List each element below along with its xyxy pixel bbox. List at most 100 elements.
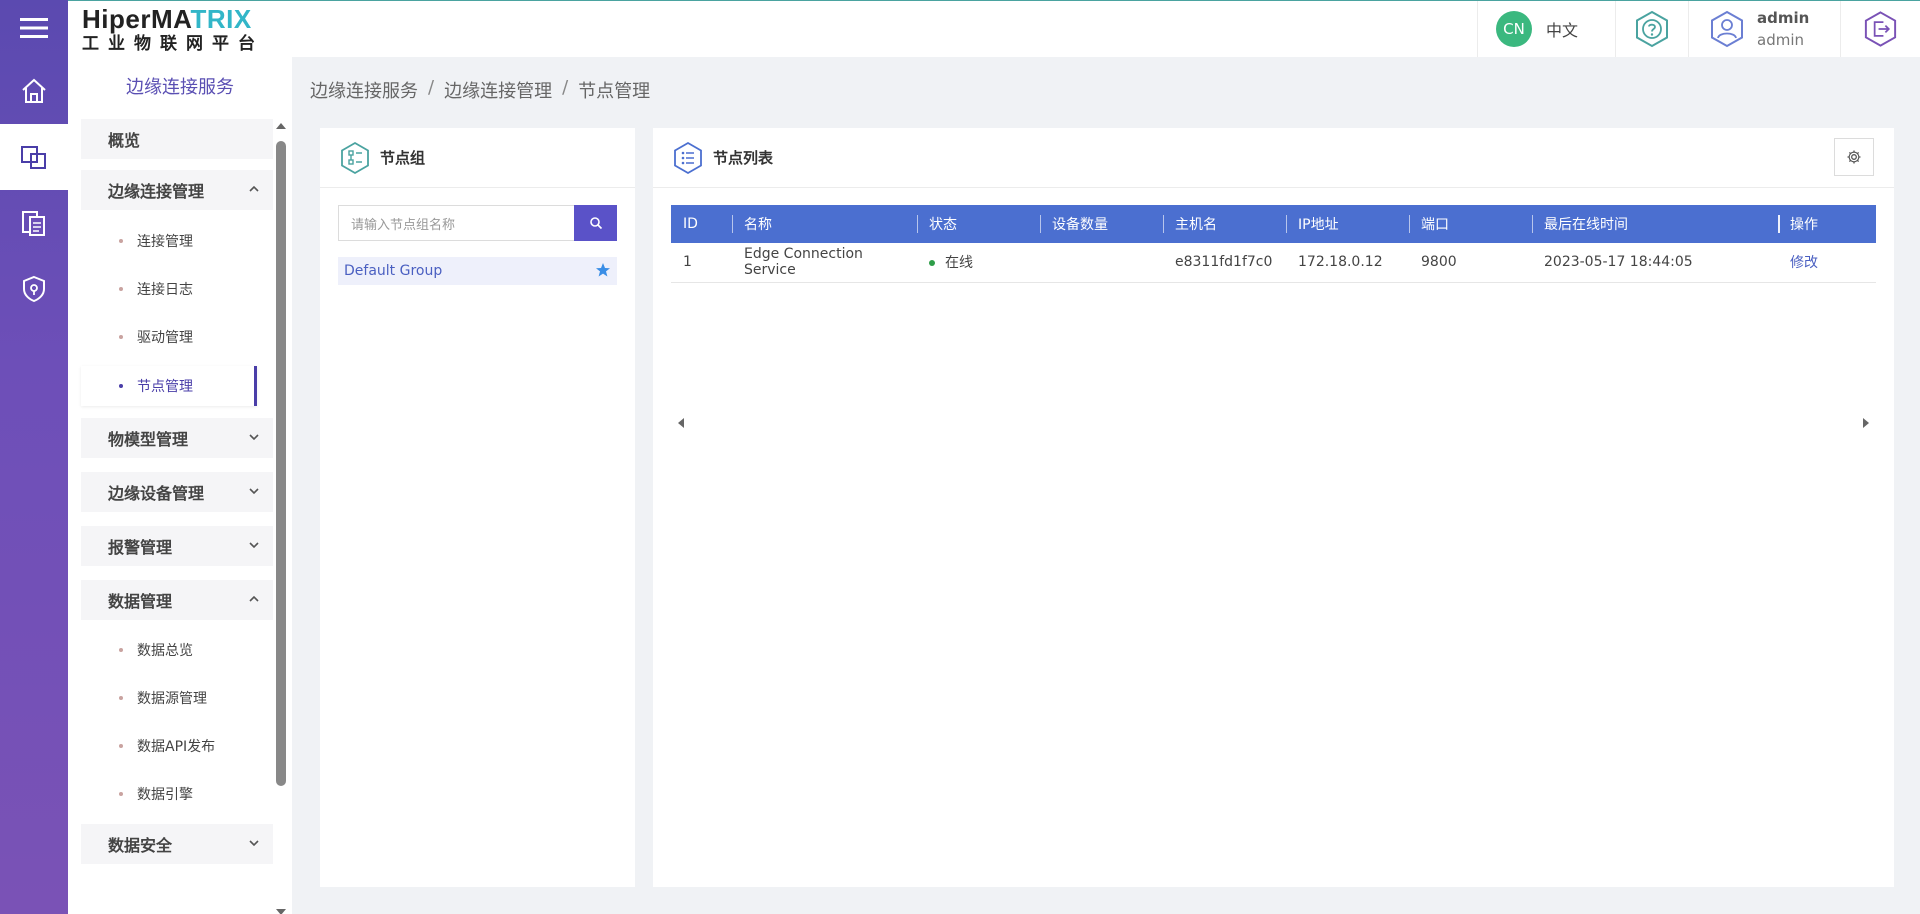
sidebar-item-overview[interactable]: 概览	[81, 119, 273, 159]
sidebar-item-label: 数据管理	[108, 592, 173, 611]
bullet-dot	[119, 648, 123, 652]
cell-name: Edge Connection Service	[732, 243, 917, 283]
column-header-label: IP地址	[1298, 217, 1339, 233]
header-actions: CN 中文 admin admin	[1477, 1, 1920, 57]
node-group-icon	[341, 141, 369, 174]
column-header-label: 主机名	[1175, 217, 1217, 233]
edit-link[interactable]: 修改	[1790, 255, 1818, 271]
hamburger-menu-button[interactable]	[0, 0, 68, 56]
column-header-status[interactable]: 状态	[917, 205, 1040, 243]
status-text: 在线	[945, 255, 973, 272]
node-group-item-default[interactable]: Default Group	[338, 257, 617, 285]
column-divider	[1409, 215, 1410, 233]
sidebar-group-edge-device[interactable]: 边缘设备管理	[81, 472, 273, 512]
sidebar-item-connection-management[interactable]: 连接管理	[81, 221, 257, 261]
table-row[interactable]: 1 Edge Connection Service 在线 e8311fd1f7c…	[671, 243, 1876, 283]
column-header-id[interactable]: ID	[671, 205, 732, 243]
column-divider	[1040, 215, 1041, 233]
node-group-header: 节点组	[320, 128, 635, 188]
column-header-label: 状态	[929, 217, 957, 233]
column-header-last-online[interactable]: 最后在线时间	[1532, 205, 1778, 243]
table-settings-button[interactable]	[1834, 138, 1874, 176]
node-list-panel: 节点列表 ID 名称 状态 设备数量 主机名 IP地址 端口 最后在线时间 操作…	[653, 128, 1894, 887]
user-avatar-icon	[1711, 10, 1743, 48]
cell-device-count	[1040, 243, 1163, 283]
column-header-hostname[interactable]: 主机名	[1163, 205, 1286, 243]
sidebar-item-data-source[interactable]: 数据源管理	[81, 678, 257, 718]
breadcrumb-item[interactable]: 边缘连接管理	[444, 77, 552, 103]
sidebar-item-data-overview[interactable]: 数据总览	[81, 630, 257, 670]
user-menu[interactable]: admin admin	[1688, 1, 1840, 57]
sidebar-item-label: 数据API发布	[137, 739, 216, 755]
bullet-dot	[119, 287, 123, 291]
rail-security[interactable]	[0, 256, 68, 322]
bullet-dot	[119, 744, 123, 748]
sidebar-item-data-engine[interactable]: 数据引擎	[81, 774, 257, 814]
logout-button[interactable]	[1840, 1, 1920, 57]
sidebar-group-alarm[interactable]: 报警管理	[81, 526, 273, 566]
help-icon	[1636, 10, 1668, 48]
table-horizontal-scrollbar[interactable]	[671, 412, 1876, 434]
sidebar-item-driver-management[interactable]: 驱动管理	[81, 317, 257, 357]
sidebar-item-node-management[interactable]: 节点管理	[81, 366, 257, 406]
breadcrumb-item[interactable]: 边缘连接服务	[310, 77, 418, 103]
breadcrumb-separator: /	[428, 77, 435, 98]
node-group-search-input[interactable]: 请输入节点组名称	[338, 205, 574, 241]
column-divider	[1286, 215, 1287, 233]
column-header-ip[interactable]: IP地址	[1286, 205, 1409, 243]
column-header-actions[interactable]: 操作	[1778, 205, 1876, 243]
bullet-dot	[119, 792, 123, 796]
sidebar-scroll-thumb[interactable]	[276, 141, 286, 786]
edge-connection-icon	[21, 146, 46, 169]
chevron-up-icon	[249, 595, 259, 602]
scroll-up-arrow-icon[interactable]	[274, 119, 288, 133]
column-header-label: 操作	[1790, 217, 1818, 233]
left-rail	[0, 0, 68, 914]
hamburger-icon	[20, 18, 48, 38]
cell-id: 1	[671, 243, 732, 283]
column-header-label: 端口	[1421, 217, 1449, 233]
rail-edge-connection[interactable]	[0, 124, 68, 190]
sidebar-item-label: 连接管理	[137, 234, 193, 250]
sidebar-item-label: 数据总览	[137, 643, 193, 659]
node-list-icon	[674, 141, 702, 174]
sidebar-item-data-api[interactable]: 数据API发布	[81, 726, 257, 766]
top-header: HiperMATRIX 工业物联网平台 CN 中文 admin admin	[68, 0, 1920, 57]
help-button[interactable]	[1615, 1, 1688, 57]
scroll-right-arrow-icon[interactable]	[1860, 417, 1872, 429]
breadcrumb-separator: /	[562, 77, 569, 98]
table-header-row: ID 名称 状态 设备数量 主机名 IP地址 端口 最后在线时间 操作	[671, 205, 1876, 243]
scroll-left-arrow-icon[interactable]	[675, 417, 687, 429]
logo-brand: HiperMATRIX	[82, 5, 292, 33]
bullet-dot	[119, 239, 123, 243]
bullet-dot	[119, 335, 123, 339]
document-list-icon	[22, 211, 45, 236]
node-group-title: 节点组	[380, 149, 426, 167]
rail-documents[interactable]	[0, 190, 68, 256]
active-indicator	[254, 366, 257, 406]
bullet-dot	[119, 384, 123, 388]
sidebar-group-thing-model[interactable]: 物模型管理	[81, 418, 273, 458]
language-switch[interactable]: CN 中文	[1477, 1, 1615, 57]
column-header-device-count[interactable]: 设备数量	[1040, 205, 1163, 243]
column-header-name[interactable]: 名称	[732, 205, 917, 243]
cell-actions: 修改	[1778, 243, 1876, 283]
rail-home[interactable]	[0, 58, 68, 124]
sidebar-group-edge-connection[interactable]: 边缘连接管理	[81, 170, 273, 210]
search-button[interactable]	[574, 205, 617, 241]
logout-icon	[1864, 11, 1897, 47]
sidebar-item-label: 边缘设备管理	[108, 484, 205, 503]
user-name: admin	[1757, 9, 1810, 27]
sidebar-group-data-security[interactable]: 数据安全	[81, 824, 273, 864]
column-header-label: 名称	[744, 217, 772, 233]
sidebar-item-connection-log[interactable]: 连接日志	[81, 269, 257, 309]
sidebar-group-data[interactable]: 数据管理	[81, 580, 273, 620]
logo[interactable]: HiperMATRIX 工业物联网平台	[82, 5, 292, 55]
column-header-port[interactable]: 端口	[1409, 205, 1532, 243]
chevron-down-icon	[249, 542, 259, 549]
column-divider	[1532, 215, 1533, 233]
star-icon	[596, 263, 610, 277]
user-info: admin admin	[1757, 7, 1809, 51]
sidebar-item-label: 数据安全	[108, 836, 173, 855]
scroll-down-arrow-icon[interactable]	[274, 905, 288, 914]
